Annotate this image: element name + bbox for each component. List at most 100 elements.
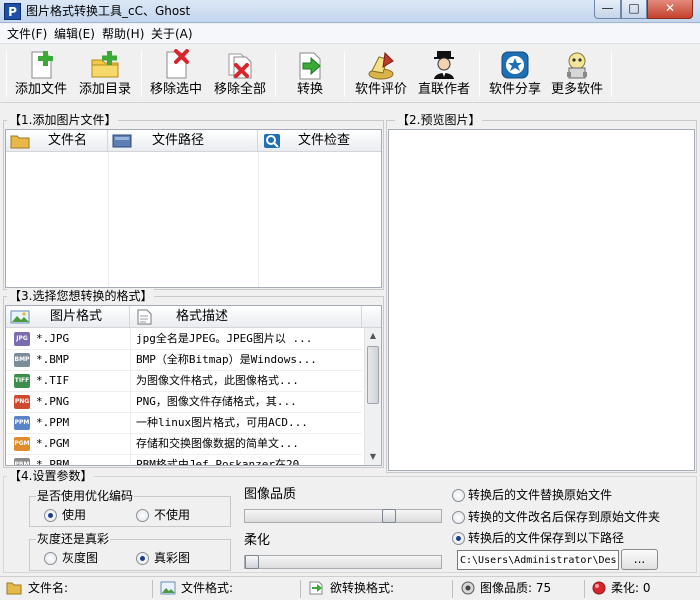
menu-file[interactable]: 文件(F): [7, 26, 47, 42]
menu-help[interactable]: 帮助(H): [102, 26, 144, 42]
add-files-title: 【1.添加图片文件】: [7, 113, 119, 128]
menu-bar: 文件(F) 编辑(E) 帮助(H) 关于(A): [0, 24, 700, 44]
toolbar-separator: [6, 51, 7, 97]
soften-slider[interactable]: [244, 555, 442, 569]
save-to-path-radio[interactable]: [452, 532, 465, 545]
file-list[interactable]: 文件名 文件路径 文件检查: [5, 129, 382, 288]
column-image-format-label: 图片格式: [50, 309, 103, 324]
author-icon: [434, 51, 454, 79]
format-description: 一种linux图片格式，可用ACD...: [136, 416, 308, 429]
column-format-description-label: 格式描述: [176, 309, 229, 324]
color-mode-group: 灰度还是真彩 灰度图 真彩图: [29, 532, 231, 571]
grayscale-radio[interactable]: [44, 552, 57, 565]
quality-slider-thumb[interactable]: [382, 509, 396, 523]
quality-label: 图像品质: [244, 487, 297, 502]
share-software-button[interactable]: 软件分享: [484, 47, 546, 101]
convert-icon: [309, 581, 323, 595]
format-title: 【3.选择您想转换的格式】: [7, 289, 155, 304]
format-row[interactable]: PNG *.PNG PNG，图像文件存储格式，其...: [6, 392, 362, 413]
rate-software-label: 软件评价: [354, 82, 407, 97]
format-group: 【3.选择您想转换的格式】 图片格式 格式描述 JPG *.JPG jpg全名是JP…: [3, 289, 384, 468]
scroll-up-arrow-icon[interactable]: ▲: [365, 328, 381, 344]
menu-about[interactable]: 关于(A): [151, 26, 193, 42]
png-file-icon: PNG: [14, 395, 30, 409]
toolbar: 添加文件 添加目录 移除选中 移除全部 转换 软件评价 直联作者 软件分享 更多…: [0, 45, 700, 103]
minimize-button[interactable]: —: [594, 0, 621, 19]
rename-save-radio[interactable]: [452, 511, 465, 524]
rename-save-label: 转换的文件改名后保存到原始文件夹: [468, 510, 661, 524]
rate-software-button[interactable]: 软件评价: [350, 47, 412, 101]
add-folder-icon: [91, 51, 119, 78]
convert-button[interactable]: 转换: [280, 47, 340, 101]
maximize-button[interactable]: □: [621, 0, 647, 19]
more-software-button[interactable]: 更多软件: [546, 47, 608, 101]
format-row[interactable]: PGM *.PGM 存储和交换图像数据的简单文...: [6, 434, 362, 455]
status-soften: 柔化: 0: [611, 581, 651, 595]
format-row[interactable]: PPM *.PPM 一种linux图片格式，可用ACD...: [6, 413, 362, 434]
format-row[interactable]: PBM *.PBM PBM格式由Jef Poskanzer在20...: [6, 455, 362, 466]
close-button[interactable]: ✕: [647, 0, 693, 19]
format-description: 存储和交换图像数据的简单文...: [136, 437, 299, 450]
more-software-icon: [567, 52, 587, 79]
scrollbar-thumb[interactable]: [367, 346, 379, 404]
format-name: *.PNG: [36, 395, 70, 408]
true-color-radio[interactable]: [136, 552, 149, 565]
format-description: PBM格式由Jef Poskanzer在20...: [136, 458, 320, 466]
optimize-yes-label: 使用: [62, 508, 87, 522]
image-icon: [10, 310, 30, 324]
status-bar: 文件名: 文件格式: 欲转换格式: 图像品质: 75 柔化: 0: [0, 576, 700, 600]
column-format-description[interactable]: 格式描述: [130, 306, 362, 328]
add-directory-button[interactable]: 添加目录: [74, 47, 136, 101]
preview-title: 【2.预览图片】: [395, 113, 483, 128]
column-file-name-label: 文件名: [48, 133, 88, 148]
column-image-format[interactable]: 图片格式: [6, 306, 130, 328]
column-divider: [108, 152, 109, 287]
share-icon: [501, 51, 529, 79]
format-name: *.PGM: [36, 437, 70, 450]
format-row[interactable]: TIFF *.TIF 为图像文件格式，此图像格式...: [6, 371, 362, 392]
contact-author-label: 直联作者: [417, 82, 470, 97]
quality-slider[interactable]: [244, 509, 442, 523]
menu-edit[interactable]: 编辑(E): [54, 26, 95, 42]
format-name: *.JPG: [36, 332, 70, 345]
output-path-input[interactable]: [457, 550, 619, 570]
bmp-file-icon: BMP: [14, 353, 30, 367]
share-software-label: 软件分享: [488, 82, 541, 97]
column-file-name[interactable]: 文件名: [6, 130, 108, 152]
optimize-no-radio[interactable]: [136, 509, 149, 522]
remove-selected-button[interactable]: 移除选中: [145, 47, 207, 101]
format-row[interactable]: JPG *.JPG jpg全名是JPEG。JPEG图片以 ...: [6, 329, 362, 350]
column-file-path[interactable]: 文件路径: [108, 130, 258, 152]
format-row[interactable]: BMP *.BMP BMP（全称Bitmap）是Windows...: [6, 350, 362, 371]
column-file-path-label: 文件路径: [152, 133, 205, 148]
optimize-encoding-title: 是否使用优化编码: [36, 489, 135, 504]
soften-icon: [592, 581, 606, 595]
settings-title: 【4.设置参数】: [7, 469, 95, 484]
column-file-check[interactable]: 文件检查: [258, 130, 383, 152]
column-divider: [258, 152, 259, 287]
browse-button[interactable]: ...: [621, 549, 658, 570]
rate-icon: [368, 51, 394, 80]
ppm-file-icon: PPM: [14, 416, 30, 430]
replace-original-radio[interactable]: [452, 489, 465, 502]
add-file-button[interactable]: 添加文件: [10, 47, 72, 101]
save-to-path-label: 转换后的文件保存到以下路径: [468, 531, 625, 545]
folder-icon: [6, 582, 22, 595]
remove-selected-label: 移除选中: [149, 82, 202, 97]
optimize-yes-radio[interactable]: [44, 509, 57, 522]
scroll-down-arrow-icon[interactable]: ▼: [365, 449, 381, 465]
format-description: 为图像文件格式，此图像格式...: [136, 374, 299, 387]
format-list-scrollbar[interactable]: ▲ ▼: [364, 328, 381, 465]
color-mode-title: 灰度还是真彩: [36, 532, 111, 547]
toolbar-separator: [141, 51, 142, 97]
tiff-file-icon: TIFF: [14, 374, 30, 388]
status-separator: [584, 580, 585, 598]
document-icon: [137, 309, 152, 325]
format-description: BMP（全称Bitmap）是Windows...: [136, 353, 317, 366]
window-title: 图片格式转换工具_cC、Ghost: [26, 4, 191, 18]
contact-author-button[interactable]: 直联作者: [414, 47, 474, 101]
remove-all-button[interactable]: 移除全部: [209, 47, 271, 101]
format-list[interactable]: 图片格式 格式描述 JPG *.JPG jpg全名是JPEG。JPEG图片以 ...…: [5, 305, 382, 466]
file-check-icon: [264, 134, 280, 148]
soften-slider-thumb[interactable]: [245, 555, 259, 569]
